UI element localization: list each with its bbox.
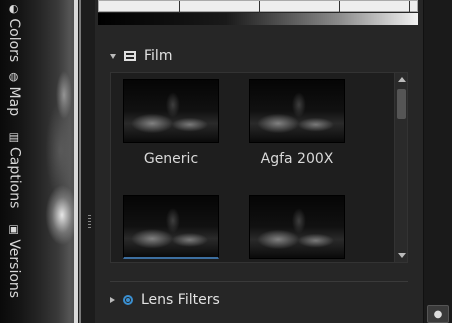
tab-versions[interactable]: ▣ Versions xyxy=(0,218,29,304)
tab-captions[interactable]: ▤ Captions xyxy=(0,122,29,218)
collapse-chevron-icon[interactable] xyxy=(110,297,115,303)
colors-icon: ◐ xyxy=(9,2,20,16)
tab-versions-label: Versions xyxy=(6,239,23,299)
preset-tile-generic[interactable]: Generic xyxy=(123,79,219,167)
preset-tile-3[interactable] xyxy=(123,195,219,262)
preset-tile-agfa[interactable]: Agfa 200X xyxy=(249,79,345,167)
tab-colors[interactable]: ◐ Colors xyxy=(0,0,29,66)
film-preset-grid: Generic Agfa 200X xyxy=(110,72,408,263)
film-section-header[interactable]: Film xyxy=(110,46,172,66)
preset-tile-4[interactable] xyxy=(249,195,345,262)
tone-curve-strip xyxy=(98,0,418,25)
preset-thumbnail[interactable] xyxy=(123,195,219,259)
versions-icon: ▣ xyxy=(9,222,20,236)
canvas-edge-shadow xyxy=(79,0,81,323)
preset-thumbnail[interactable] xyxy=(249,195,345,259)
tab-captions-label: Captions xyxy=(6,147,23,209)
drop-icon: ● xyxy=(433,308,443,320)
expand-chevron-icon[interactable] xyxy=(110,53,116,59)
scroll-up-icon[interactable] xyxy=(398,77,406,82)
tone-gradient xyxy=(98,13,418,25)
preset-thumbnail[interactable] xyxy=(249,79,345,143)
preset-label: Agfa 200X xyxy=(260,151,334,167)
tab-map[interactable]: ◍ Map xyxy=(0,66,29,122)
side-tab-bar xyxy=(423,0,452,323)
captions-icon: ▤ xyxy=(9,130,20,144)
histogram-boxes xyxy=(98,0,418,13)
film-section-title: Film xyxy=(144,48,173,64)
section-divider xyxy=(110,281,408,282)
tab-map-label: Map xyxy=(6,86,23,117)
globe-icon: ◍ xyxy=(9,70,20,84)
scroll-thumb[interactable] xyxy=(397,89,406,119)
lens-icon xyxy=(123,295,133,305)
tab-colors-label: Colors xyxy=(6,18,23,63)
preset-label: Generic xyxy=(143,151,199,167)
film-icon xyxy=(124,51,136,61)
lens-filters-section-header[interactable]: Lens Filters xyxy=(110,290,220,310)
lens-filters-title: Lens Filters xyxy=(141,292,220,308)
scroll-down-icon[interactable] xyxy=(398,253,406,258)
panel-resize-grip[interactable] xyxy=(88,215,91,229)
preset-thumbnail[interactable] xyxy=(123,79,219,143)
preset-scrollbar[interactable] xyxy=(394,73,407,262)
panel-action-button[interactable]: ● xyxy=(427,305,449,323)
canvas-edge xyxy=(74,0,78,323)
